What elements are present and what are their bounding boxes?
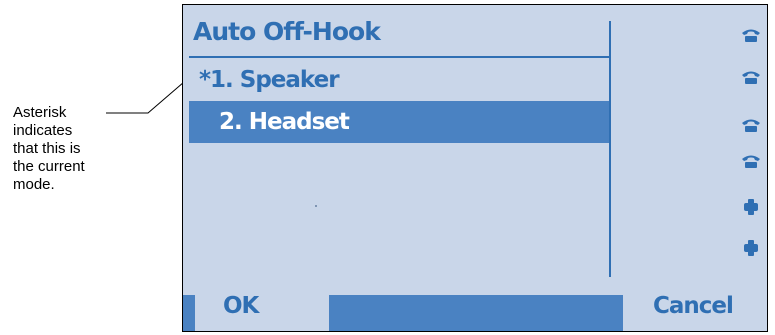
title-divider — [189, 56, 609, 58]
phone-icon — [742, 71, 760, 84]
screen-title: Auto Off-Hook — [193, 17, 381, 46]
menu-item-headset[interactable]: 2. Headset — [189, 101, 609, 143]
dot-icon — [744, 199, 758, 215]
cancel-softkey[interactable]: Cancel — [623, 277, 767, 331]
screen-speck — [315, 205, 317, 207]
phone-screen: Auto Off-Hook *1. Speaker 2. Headset OK … — [182, 4, 768, 332]
dot-icon — [744, 240, 758, 256]
callout-text: Asterisk indicates that this is the curr… — [13, 104, 85, 193]
phone-icon — [742, 29, 760, 42]
ok-softkey[interactable]: OK — [195, 277, 329, 331]
menu-item-speaker[interactable]: *1. Speaker — [189, 59, 609, 101]
phone-icon — [742, 155, 760, 168]
phone-icon — [742, 119, 760, 132]
line-key-divider — [609, 21, 611, 277]
